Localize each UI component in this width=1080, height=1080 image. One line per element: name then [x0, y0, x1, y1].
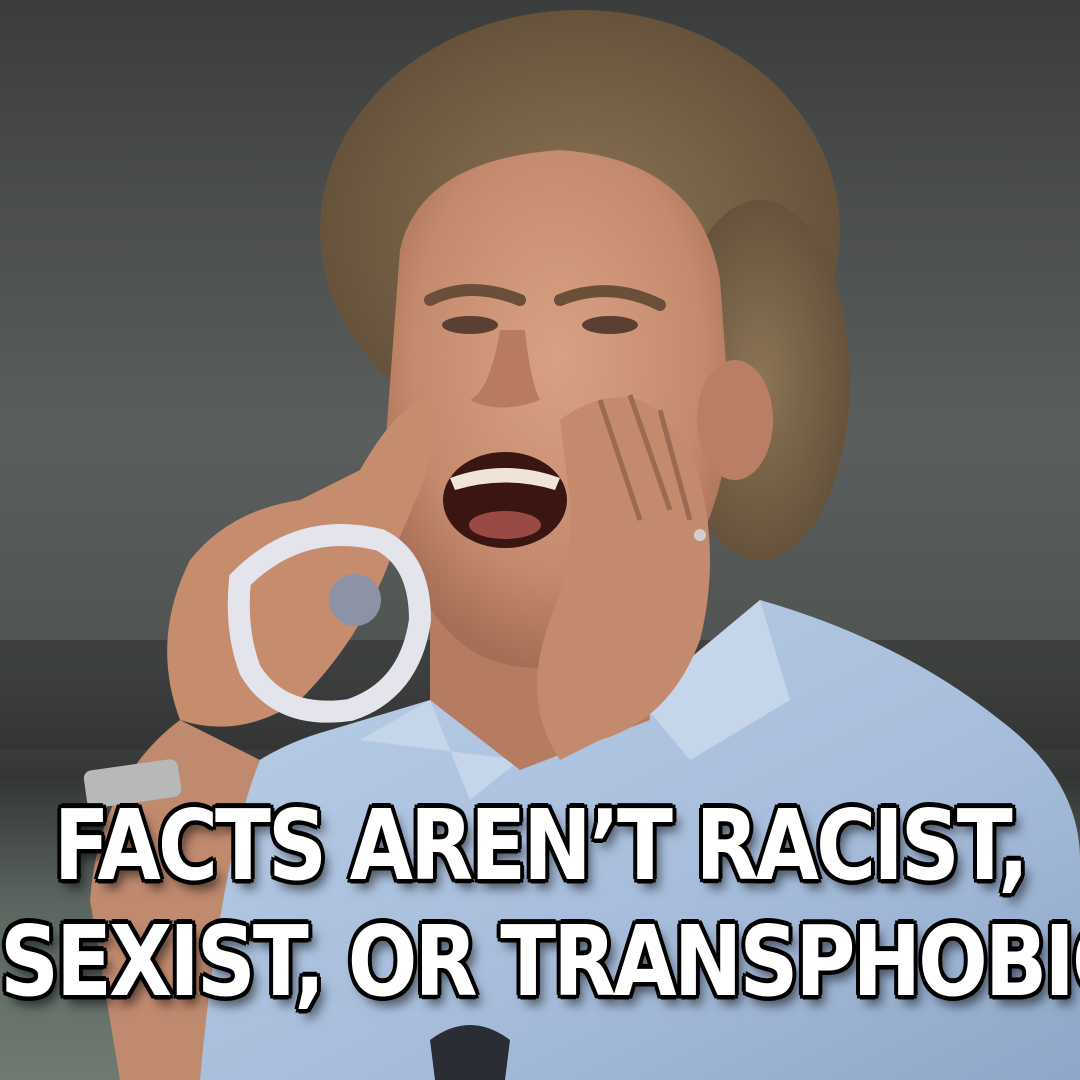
tongue	[469, 511, 541, 539]
wristband-clasp	[329, 574, 381, 626]
ear	[697, 360, 773, 480]
eye-left	[442, 316, 498, 334]
ring	[694, 529, 706, 541]
caption-line-2: SEXIST, OR TRANSPHOBIC!	[0, 906, 1080, 1019]
sunglasses	[430, 1025, 510, 1080]
caption-line-1: FACTS AREN’T RACIST,	[52, 790, 1030, 903]
meme-image: FACTS AREN’T RACIST, SEXIST, OR TRANSPHO…	[0, 0, 1080, 1080]
eye-right	[582, 316, 638, 334]
